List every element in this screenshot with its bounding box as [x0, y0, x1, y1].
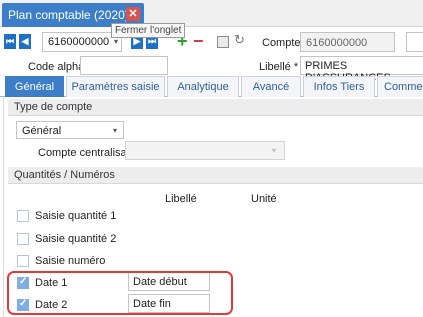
- chevron-down-icon: ▾: [113, 37, 118, 46]
- tab-avance[interactable]: Avancé: [241, 76, 301, 97]
- column-header-libelle: Libellé: [165, 193, 197, 205]
- saisie-quantite-2-checkbox[interactable]: [17, 233, 29, 245]
- compte-field: 6160000000: [300, 32, 395, 52]
- chevron-down-icon: ▾: [271, 146, 276, 155]
- record-selector[interactable]: 6160000000 ▾: [42, 32, 122, 52]
- close-tab-tooltip: Fermer l'onglet: [111, 23, 186, 38]
- tab-general[interactable]: Général: [5, 76, 64, 97]
- saisie-quantite-1-checkbox[interactable]: [17, 210, 29, 222]
- tab-parametres-saisie[interactable]: Paramètres saisie: [66, 76, 165, 97]
- delete-record-icon[interactable]: −: [193, 32, 204, 50]
- code-alpha-label: Code alpha: [28, 61, 85, 73]
- tab-commercial[interactable]: Commer: [377, 76, 423, 97]
- quantites-numeros-header: Quantités / Numéros: [8, 167, 423, 184]
- toolbar-extra-field[interactable]: [406, 32, 423, 52]
- code-alpha-input[interactable]: [80, 56, 168, 75]
- highlight-box: [7, 271, 233, 315]
- type-de-compte-header: Type de compte: [8, 99, 423, 116]
- record-toolbar: ⏮ ◀ 6160000000 ▾ ▶ ⏭ + − ↻ Compte 616000…: [0, 28, 423, 56]
- saisie-numero-checkbox[interactable]: [17, 255, 29, 267]
- tab-infos-tiers[interactable]: Infos Tiers: [303, 76, 375, 97]
- compte-centralisateur-select: ▾: [125, 141, 285, 160]
- document-tab-bar: Plan comptable (2020) ✕: [0, 0, 423, 27]
- save-icon[interactable]: [217, 36, 229, 48]
- libelle-label: Libellé *: [259, 61, 299, 73]
- type-de-compte-select[interactable]: Général ▾: [16, 121, 124, 139]
- saisie-quantite-1-label: Saisie quantité 1: [35, 210, 117, 222]
- saisie-quantite-2-label: Saisie quantité 2: [35, 233, 117, 245]
- document-tab-title: Plan comptable (2020): [8, 8, 129, 22]
- record-selector-value: 6160000000: [48, 36, 110, 48]
- libelle-input[interactable]: PRIMES D'ASSURANCES: [300, 56, 423, 84]
- previous-record-icon[interactable]: ◀: [19, 34, 31, 49]
- refresh-icon[interactable]: ↻: [234, 32, 245, 48]
- close-tab-icon[interactable]: ✕: [126, 7, 140, 21]
- tab-analytique[interactable]: Analytique: [167, 76, 239, 97]
- first-record-icon[interactable]: ⏮: [4, 34, 16, 49]
- saisie-numero-label: Saisie numéro: [35, 255, 106, 267]
- section-tabs: Général Paramètres saisie Analytique Ava…: [0, 76, 423, 97]
- column-header-unite: Unité: [251, 193, 277, 205]
- chevron-down-icon: ▾: [112, 126, 117, 135]
- type-de-compte-value: Général: [22, 125, 62, 137]
- compte-label: Compte: [262, 37, 301, 49]
